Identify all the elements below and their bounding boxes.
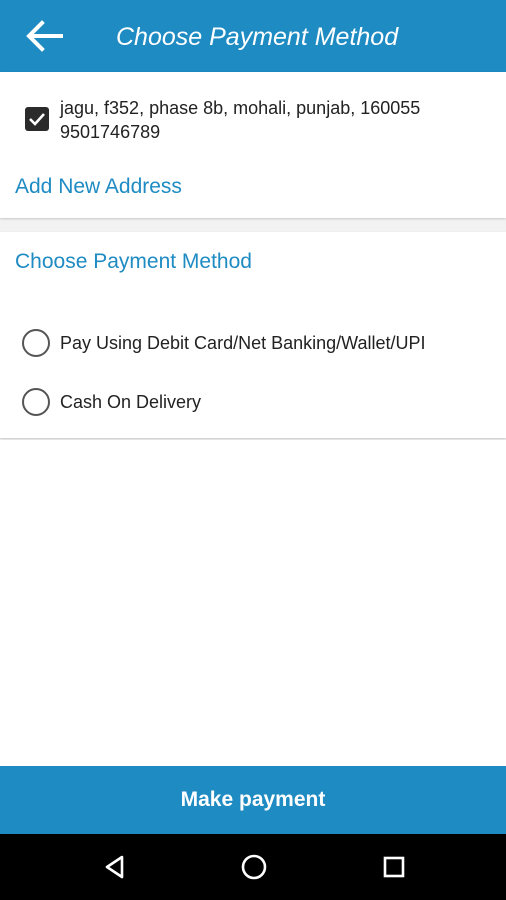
arrow-left-icon: [26, 20, 63, 52]
app-bar: Choose Payment Method: [0, 0, 506, 72]
page-title: Choose Payment Method: [116, 23, 399, 51]
nav-home-button[interactable]: [239, 852, 269, 882]
payment-option-online[interactable]: Pay Using Debit Card/Net Banking/Wallet/…: [22, 327, 425, 359]
address-line: jagu, f352, phase 8b, mohali, punjab, 16…: [60, 98, 421, 118]
square-recents-icon: [383, 856, 405, 878]
check-icon: [29, 113, 45, 126]
address-phone: 9501746789: [60, 122, 161, 142]
address-details: jagu, f352, phase 8b, mohali, punjab, 16…: [60, 96, 420, 144]
payment-option-label: Cash On Delivery: [60, 391, 202, 412]
triangle-back-icon: [105, 855, 124, 879]
system-navigation-bar: [0, 834, 506, 900]
nav-recents-button[interactable]: [379, 852, 409, 882]
add-new-address-link[interactable]: Add New Address: [15, 175, 182, 199]
payment-option-cod[interactable]: Cash On Delivery: [22, 386, 201, 418]
nav-back-button[interactable]: [100, 852, 130, 882]
payment-option-label: Pay Using Debit Card/Net Banking/Wallet/…: [60, 332, 426, 353]
make-payment-button[interactable]: Make payment: [0, 766, 506, 834]
circle-home-icon: [241, 854, 267, 880]
radio-button[interactable]: [22, 329, 50, 357]
empty-content-area: [0, 440, 506, 766]
address-checkbox[interactable]: [25, 107, 49, 131]
payment-section-title: Choose Payment Method: [15, 250, 252, 273]
radio-button[interactable]: [22, 388, 50, 416]
back-button[interactable]: [24, 18, 64, 54]
